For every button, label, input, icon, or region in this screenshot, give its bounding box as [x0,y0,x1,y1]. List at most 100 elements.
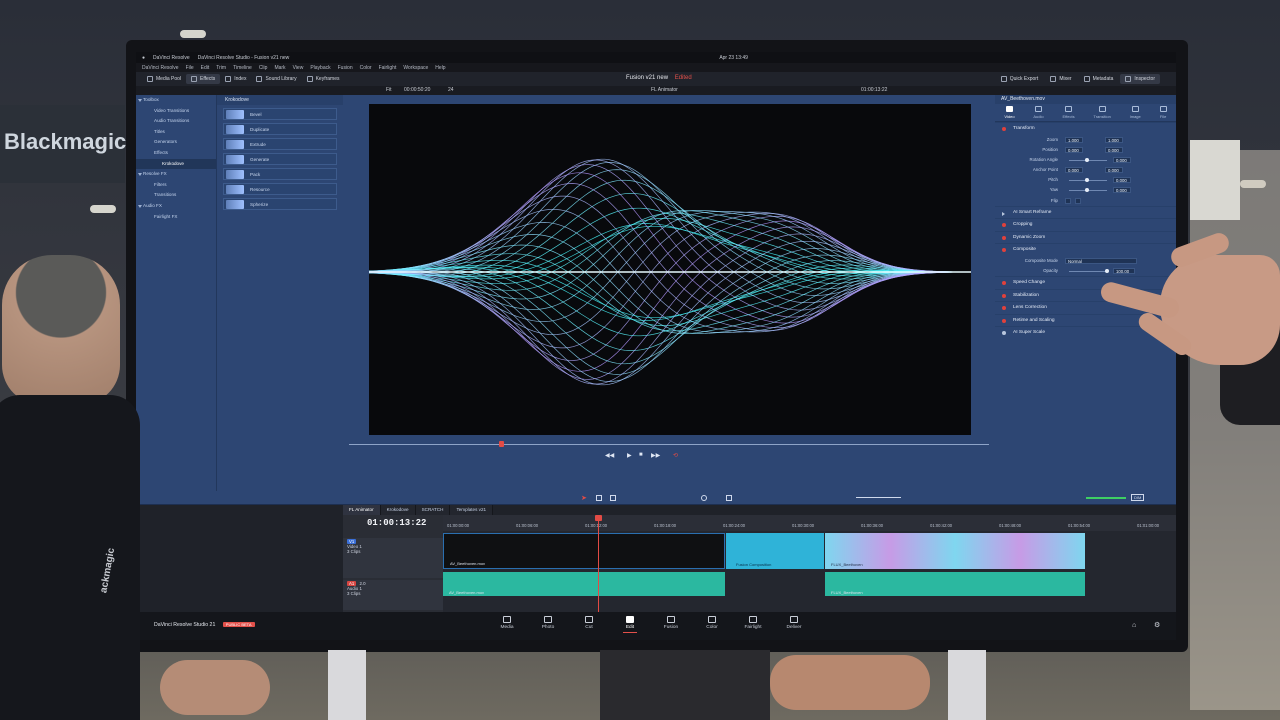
index-button[interactable]: Index [220,74,251,84]
menu-clip[interactable]: Clip [259,65,268,71]
slider-knob[interactable] [1085,178,1089,183]
keyframes-button[interactable]: Keyframes [302,74,345,84]
lib-item-toolbox[interactable]: Toolbox [136,95,216,106]
lib-item-video-transitions[interactable]: Video Transitions [136,106,216,117]
menu-help[interactable]: Help [435,65,445,71]
stop-button[interactable]: ■ [639,452,643,458]
tab-file[interactable]: File [1159,106,1167,121]
inspector-button[interactable]: Inspector [1120,74,1160,84]
viewer-canvas[interactable] [369,104,971,435]
flip-horizontal-icon[interactable] [1065,197,1071,204]
menu-fusion[interactable]: Fusion [338,65,353,71]
page-fairlight[interactable]: Fairlight [742,616,764,633]
yaw-field[interactable]: 0.000 [1113,187,1131,194]
home-icon[interactable]: ⌂ [1132,622,1136,629]
apple-icon[interactable]: ● [142,55,145,61]
macos-app-name[interactable]: DaVinci Resolve [153,55,190,61]
position-x-field[interactable]: 0.000 [1065,146,1083,153]
page-cut[interactable]: Cut [578,616,600,633]
play-button[interactable]: ▶ [627,452,632,459]
enabled-indicator[interactable] [1002,248,1006,253]
enabled-indicator[interactable] [1002,281,1006,286]
audio-clip-flux[interactable]: FLUX_Beethoven [825,572,1085,596]
menu-file[interactable]: File [186,65,194,71]
enabled-indicator[interactable] [1002,318,1006,323]
timeline-tracks[interactable]: 01:00:00:00 01:00:06:00 01:00:12:00 01:00:1… [443,515,1176,612]
tab-image[interactable]: Image [1130,106,1141,121]
menu-fairlight[interactable]: Fairlight [379,65,397,71]
tab-fl-animator[interactable]: FL Animator [343,505,381,515]
enabled-indicator[interactable] [1002,235,1006,240]
anchor-x-field[interactable]: 0.000 [1065,167,1083,174]
viewer-scrubber[interactable] [343,439,995,451]
media-pool-button[interactable]: Media Pool [142,74,186,84]
page-fusion[interactable]: Fusion [660,616,682,633]
track-header-v1[interactable]: V1 Video 1 3 Clips [343,538,443,578]
pitch-field[interactable]: 0.000 [1113,177,1131,184]
section-transform[interactable]: Transform [995,122,1176,135]
prev-clip-button[interactable]: ◀◀ [605,452,614,459]
zoom-slider[interactable] [856,497,901,498]
enabled-indicator[interactable] [1002,331,1006,336]
lib-item-audio-transitions[interactable]: Audio Transitions [136,116,216,127]
selection-tool-icon[interactable]: ➤ [581,494,587,502]
audio-level-slider[interactable] [1086,497,1126,499]
tab-transition[interactable]: Transition [1093,106,1111,121]
menu-mark[interactable]: Mark [274,65,285,71]
rotation-field[interactable]: 0.000 [1113,156,1131,163]
menu-workspace[interactable]: Workspace [403,65,428,71]
video-clip[interactable]: AV_Beethoven.mov [443,533,725,569]
lib-item-transitions[interactable]: Transitions [136,190,216,201]
menu-playback[interactable]: Playback [310,65,330,71]
quick-export-button[interactable]: Quick Export [996,74,1044,84]
lib-item-titles[interactable]: Titles [136,127,216,138]
metadata-button[interactable]: Metadata [1079,74,1119,84]
mixer-button[interactable]: Mixer [1045,74,1076,84]
lib-item-effects[interactable]: Effects [136,148,216,159]
timeline-playhead[interactable] [595,515,602,612]
effect-item-pack[interactable]: Pack [223,168,337,180]
lib-item-generators[interactable]: Generators [136,137,216,148]
tab-audio[interactable]: Audio [1033,106,1044,121]
menu-davinci[interactable]: DaVinci Resolve [142,65,179,71]
page-edit[interactable]: Edit [619,616,641,633]
flip-vertical-icon[interactable] [1075,197,1081,204]
page-deliver[interactable]: Deliver [783,616,805,633]
effects-button[interactable]: Effects [186,74,221,84]
slider-knob[interactable] [1085,188,1089,193]
effect-item-extrude[interactable]: Extrude [223,138,337,150]
link-icon[interactable] [726,495,732,501]
lib-item-resolve-fx[interactable]: Resolve FX [136,169,216,180]
menu-edit[interactable]: Edit [201,65,210,71]
menu-view[interactable]: View [293,65,304,71]
enabled-indicator[interactable] [1002,293,1006,298]
position-y-field[interactable]: 0.000 [1105,146,1123,153]
menu-trim[interactable]: Trim [216,65,226,71]
zoom-y-field[interactable]: 1.000 [1105,136,1123,143]
zoom-fit-select[interactable]: Fit [386,87,392,93]
effect-item-generate[interactable]: Generate [223,153,337,165]
audio-clip[interactable]: AV_Beethoven.mov [443,572,725,596]
tab-krokodove[interactable]: Krokodove [380,505,416,515]
sound-library-button[interactable]: Sound Library [251,74,301,84]
blade-tool-icon[interactable] [610,495,616,501]
trim-tool-icon[interactable] [596,495,602,501]
tab-templates[interactable]: Templates v21 [450,505,494,515]
next-clip-button[interactable]: ▶▶ [651,452,660,459]
menu-color[interactable]: Color [360,65,372,71]
video-clip-flux[interactable]: FLUX_Beethoven [825,533,1085,569]
effect-item-bevel[interactable]: Bevel [223,108,337,120]
page-photo[interactable]: Photo [537,616,559,633]
effect-item-spherize[interactable]: Spherize [223,198,337,210]
dim-button[interactable]: DIM [1131,494,1145,501]
loop-button[interactable]: ⟲ [673,452,678,459]
scrub-playhead[interactable] [499,441,504,447]
section-cropping[interactable]: Cropping [995,218,1176,231]
lib-item-filters[interactable]: Filters [136,180,216,191]
page-media[interactable]: Media [496,616,518,633]
tab-effects[interactable]: Effects [1062,106,1075,121]
snapping-icon[interactable] [701,495,707,501]
tab-video[interactable]: Video [1004,106,1015,121]
enabled-indicator[interactable] [1002,223,1006,228]
settings-gear-icon[interactable]: ⚙ [1154,621,1160,629]
